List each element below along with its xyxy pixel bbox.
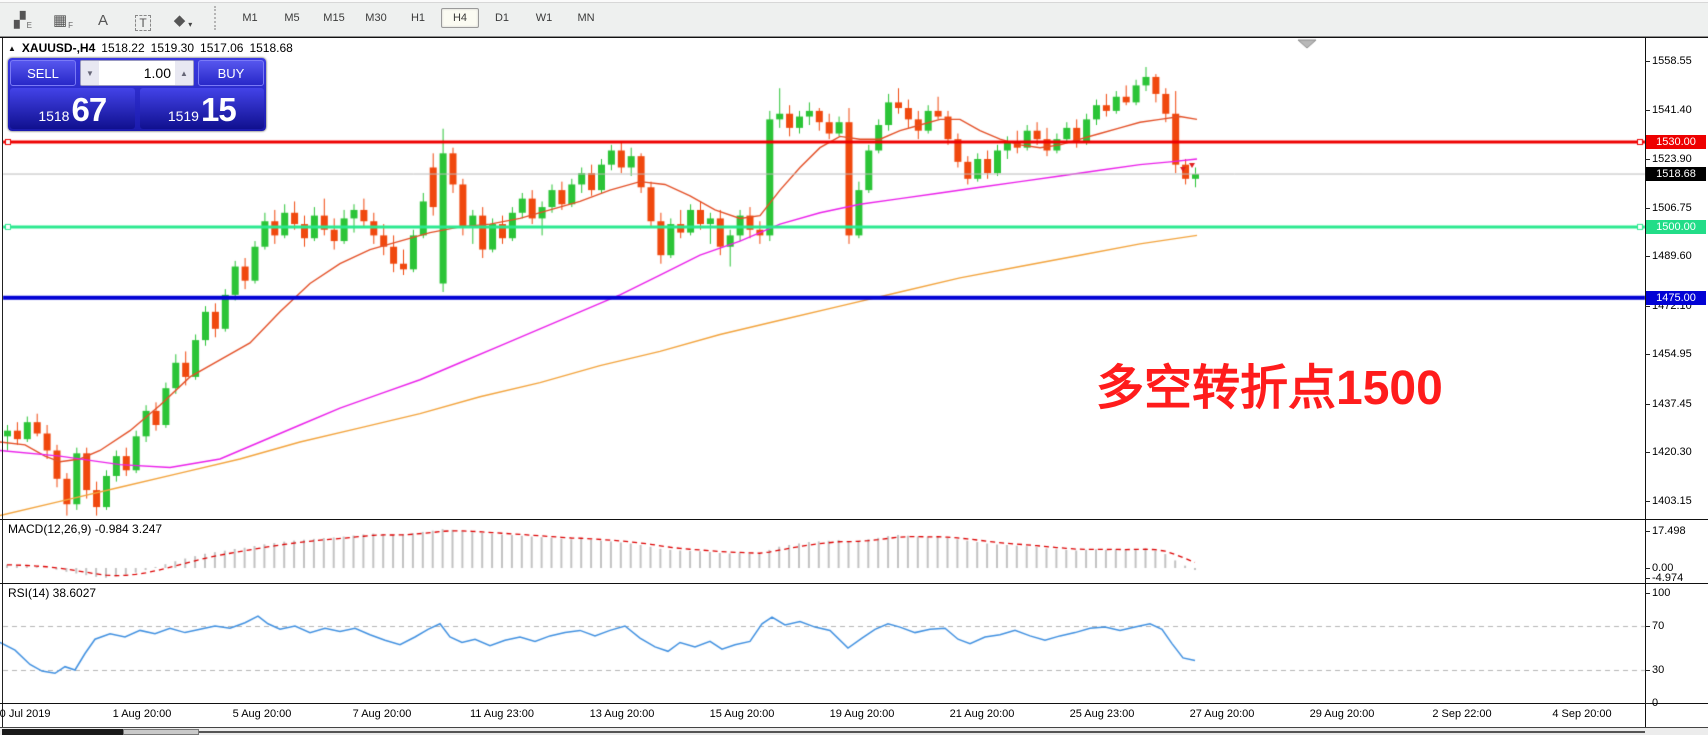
resistance-line-badge: 1530.00 bbox=[1646, 135, 1706, 149]
axis-tick-label: 1454.95 bbox=[1652, 348, 1692, 360]
ohlc-high: 1519.30 bbox=[151, 41, 194, 55]
window-left-border bbox=[2, 37, 3, 727]
time-axis-separator bbox=[0, 703, 1708, 704]
axis-tick-label: 1523.90 bbox=[1652, 153, 1692, 165]
axis-tick-label: 1506.75 bbox=[1652, 202, 1692, 214]
axis-tick-mark bbox=[1645, 578, 1650, 579]
axis-tick-label: 30 bbox=[1652, 664, 1664, 676]
support-line-badge: 1475.00 bbox=[1646, 291, 1706, 305]
time-tick-label: 2 Sep 22:00 bbox=[1432, 708, 1491, 720]
symbol-label: XAUUSD-,H4 bbox=[22, 41, 95, 55]
volume-increase-button[interactable]: ▲ bbox=[175, 61, 193, 85]
horizontal-scrollbar[interactable] bbox=[0, 727, 1708, 735]
time-tick-label: 4 Sep 20:00 bbox=[1552, 708, 1611, 720]
mt4-window: ▞E▦FAT◆▾ M1M5M15M30H1H4D1W1MN ▲ XAUUSD-,… bbox=[0, 0, 1708, 735]
macd-pane-separator[interactable] bbox=[0, 519, 1708, 520]
time-tick-label: 5 Aug 20:00 bbox=[233, 708, 292, 720]
macd-label: MACD(12,26,9) -0.984 3.247 bbox=[8, 522, 162, 536]
bid-price-badge: 1518.68 bbox=[1646, 167, 1706, 181]
axis-tick-mark bbox=[1645, 404, 1650, 405]
rsi-pane-separator[interactable] bbox=[0, 583, 1708, 584]
axis-tick-mark bbox=[1645, 208, 1650, 209]
sell-price-major: 1518 bbox=[38, 106, 69, 126]
scrollbar-thumb[interactable] bbox=[123, 729, 199, 735]
axis-tick-label: 1437.45 bbox=[1652, 398, 1692, 410]
axis-tick-label: 1558.55 bbox=[1652, 55, 1692, 67]
sell-button[interactable]: SELL bbox=[10, 60, 76, 86]
axis-tick-label: 70 bbox=[1652, 620, 1664, 632]
axis-tick-label: 1420.30 bbox=[1652, 446, 1692, 458]
axis-tick-label: 1489.60 bbox=[1652, 250, 1692, 262]
ohlc-open: 1518.22 bbox=[101, 41, 144, 55]
axis-tick-mark bbox=[1645, 531, 1650, 532]
axis-tick-mark bbox=[1645, 306, 1650, 307]
axis-tick-mark bbox=[1645, 568, 1650, 569]
one-click-expand-icon[interactable]: ▲ bbox=[8, 44, 16, 53]
volume-decrease-button[interactable]: ▼ bbox=[81, 61, 99, 85]
scrollbar-track-left bbox=[2, 729, 123, 735]
axis-tick-mark bbox=[1645, 501, 1650, 502]
axis-tick-label: 17.498 bbox=[1652, 525, 1686, 537]
axis-tick-mark bbox=[1645, 593, 1650, 594]
time-tick-label: 19 Aug 20:00 bbox=[830, 708, 895, 720]
rsi-label: RSI(14) 38.6027 bbox=[8, 586, 96, 600]
axis-tick-label: 1403.15 bbox=[1652, 495, 1692, 507]
buy-price-pips: 15 bbox=[201, 93, 236, 126]
volume-input[interactable] bbox=[99, 61, 175, 85]
axis-tick-mark bbox=[1645, 703, 1650, 704]
buy-button[interactable]: BUY bbox=[198, 60, 264, 86]
time-tick-label: 7 Aug 20:00 bbox=[353, 708, 412, 720]
axis-tick-label: 1541.40 bbox=[1652, 104, 1692, 116]
axis-tick-label: 0 bbox=[1652, 697, 1658, 709]
axis-tick-mark bbox=[1645, 159, 1650, 160]
axis-tick-mark bbox=[1645, 256, 1650, 257]
axis-tick-mark bbox=[1645, 670, 1650, 671]
sell-price-display[interactable]: 1518 67 bbox=[10, 88, 135, 129]
buy-price-major: 1519 bbox=[168, 106, 199, 126]
ohlc-close: 1518.68 bbox=[249, 41, 292, 55]
time-tick-label: 25 Aug 23:00 bbox=[1070, 708, 1135, 720]
time-tick-label: 27 Aug 20:00 bbox=[1190, 708, 1255, 720]
time-tick-label: 1 Aug 20:00 bbox=[113, 708, 172, 720]
time-tick-label: 11 Aug 23:00 bbox=[470, 708, 534, 720]
chart-text-annotation[interactable]: 多空转折点1500 bbox=[1096, 348, 1443, 418]
buy-price-display[interactable]: 1519 15 bbox=[140, 88, 265, 129]
one-click-trading-panel: SELL ▼ ▲ BUY 1518 67 1519 15 bbox=[8, 58, 266, 131]
axis-tick-label: 100 bbox=[1652, 587, 1670, 599]
time-tick-label: 29 Aug 20:00 bbox=[1310, 708, 1375, 720]
ohlc-low: 1517.06 bbox=[200, 41, 243, 55]
chart-title: ▲ XAUUSD-,H4 1518.22 1519.30 1517.06 151… bbox=[8, 41, 293, 55]
pivot-line-badge: 1500.00 bbox=[1646, 220, 1706, 234]
time-tick-label: 13 Aug 20:00 bbox=[590, 708, 655, 720]
time-tick-label: 15 Aug 20:00 bbox=[710, 708, 775, 720]
axis-tick-mark bbox=[1645, 626, 1650, 627]
axis-tick-mark bbox=[1645, 354, 1650, 355]
scrollbar-track-right bbox=[199, 731, 1645, 733]
axis-tick-mark bbox=[1645, 452, 1650, 453]
sell-price-pips: 67 bbox=[71, 93, 106, 126]
axis-tick-mark bbox=[1645, 61, 1650, 62]
time-tick-label: 21 Aug 20:00 bbox=[950, 708, 1015, 720]
time-tick-label: 30 Jul 2019 bbox=[0, 708, 50, 720]
axis-tick-mark bbox=[1645, 110, 1650, 111]
axis-tick-label: -4.974 bbox=[1652, 572, 1683, 584]
toolbar-separator-line bbox=[0, 37, 1708, 38]
